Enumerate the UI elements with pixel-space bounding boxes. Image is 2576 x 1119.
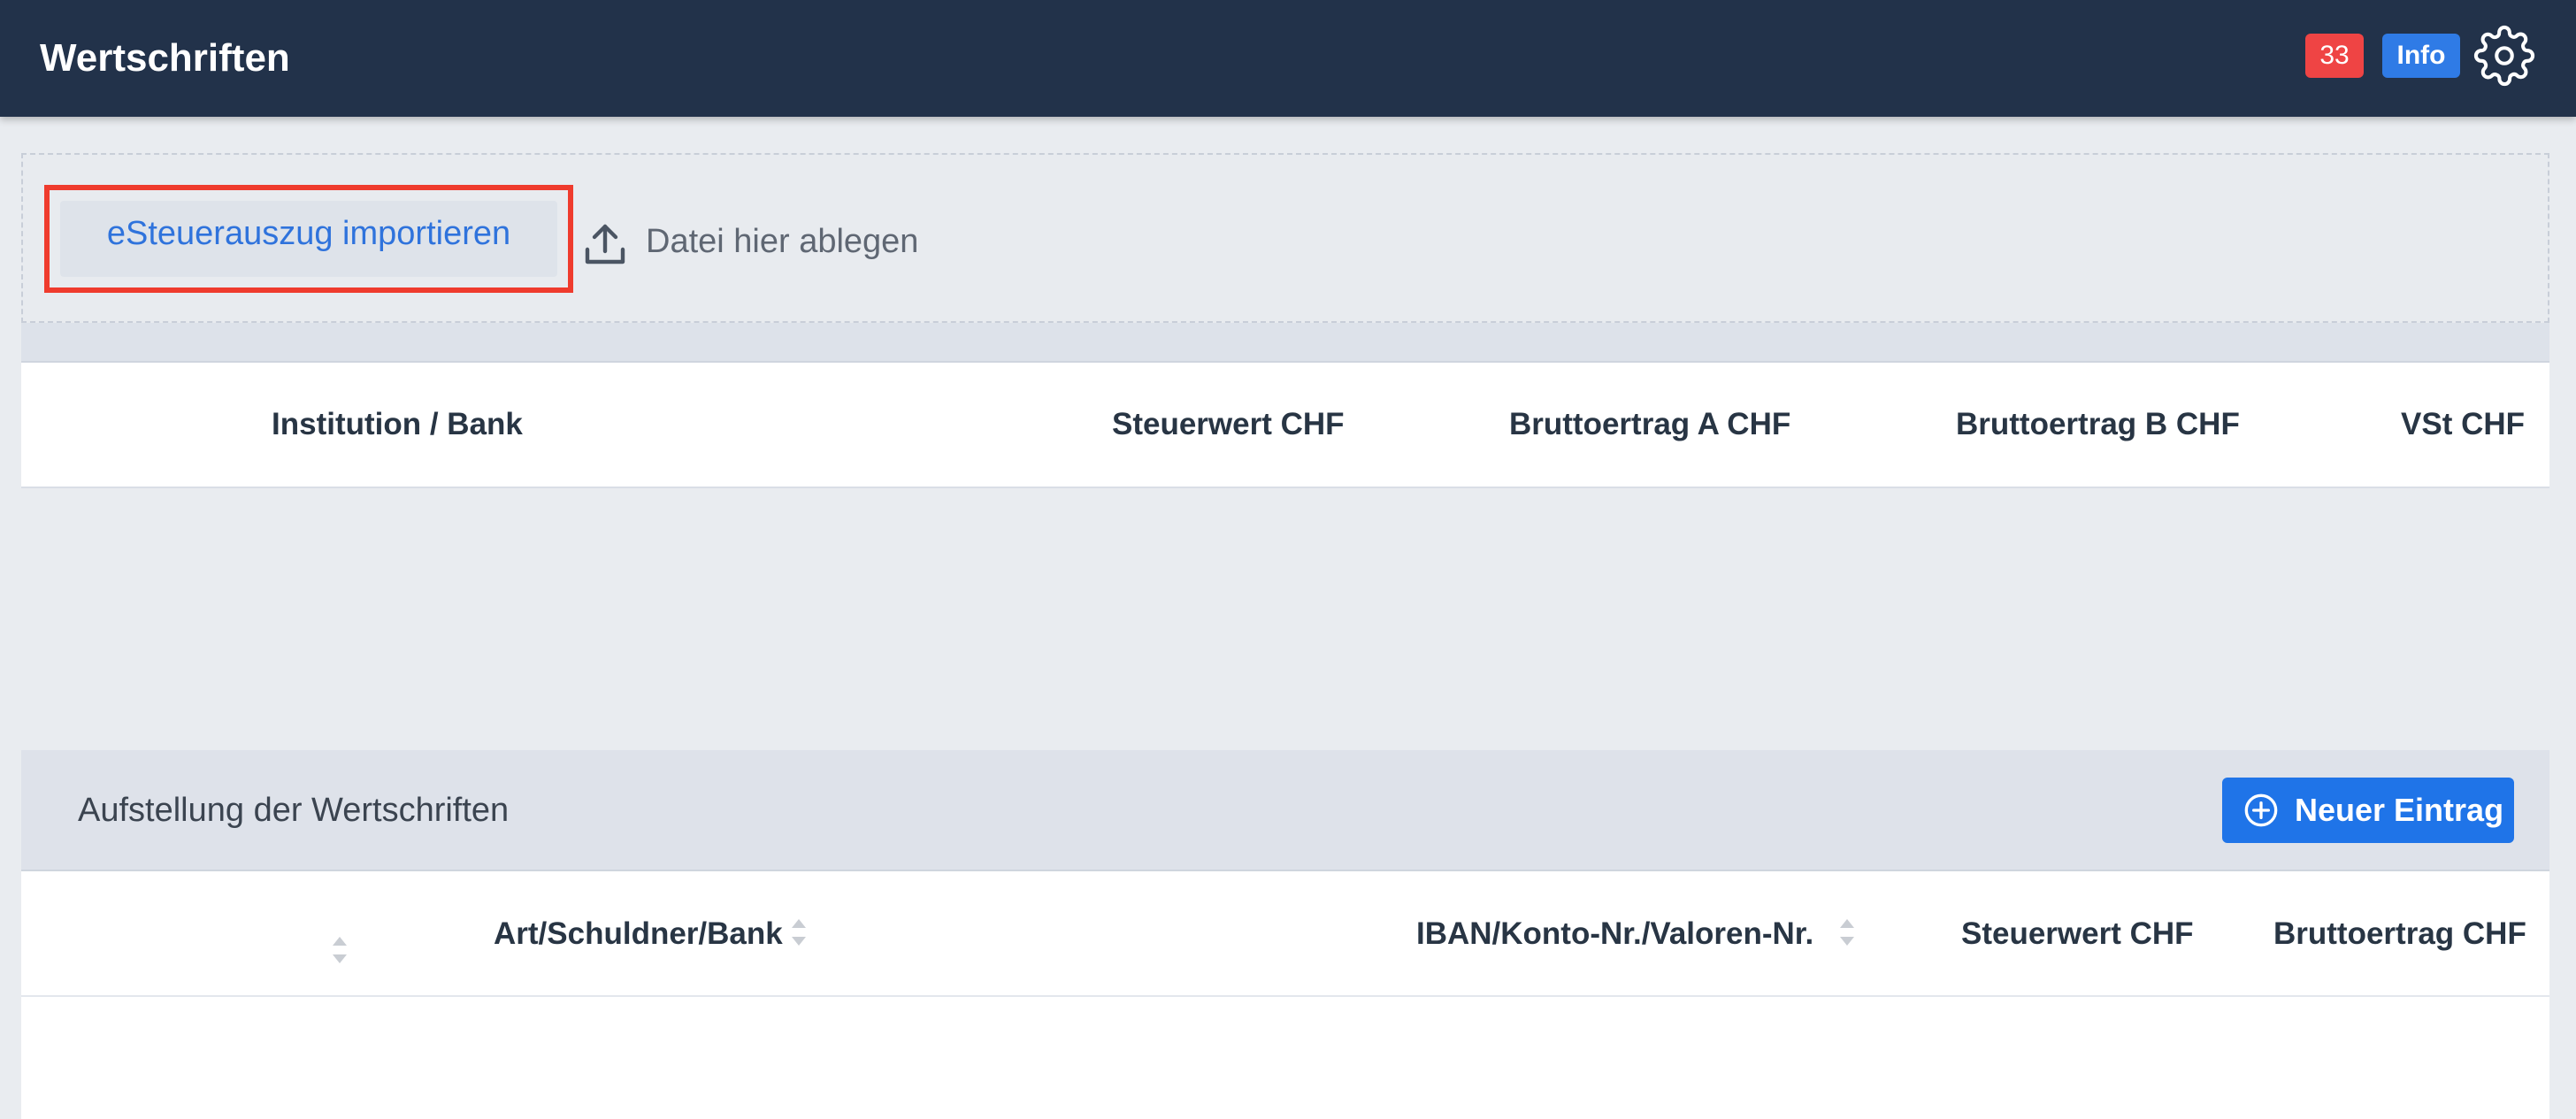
column-header-steuerwert: Steuerwert CHF: [1961, 916, 2194, 951]
column-header-bruttoertrag: Bruttoertrag CHF: [2273, 916, 2526, 951]
securities-list-title: Aufstellung der Wertschriften: [78, 792, 510, 829]
column-header-institution: Institution / Bank: [272, 407, 523, 441]
info-button[interactable]: Info: [2382, 34, 2460, 78]
column-header-iban-konto-valoren[interactable]: IBAN/Konto-Nr./Valoren-Nr.: [1416, 912, 1813, 956]
upload-icon: [585, 224, 625, 264]
column-header-vst: VSt CHF: [2401, 407, 2525, 441]
new-entry-label[interactable]: Neuer Eintrag: [2295, 792, 2503, 828]
page-title: Wertschriften: [40, 36, 290, 80]
plus-circle-icon: [2244, 793, 2278, 827]
column-header-art-schuldner-bank[interactable]: Art/Schuldner/Bank: [494, 912, 783, 956]
notification-count-badge[interactable]: 33: [2305, 34, 2364, 78]
new-entry-button[interactable]: Neuer Eintrag: [2222, 778, 2514, 843]
summary-table-band: [21, 323, 2549, 363]
column-header-steuerwert: Steuerwert CHF: [1112, 407, 1345, 441]
import-button-label[interactable]: eSteuerauszug importieren: [60, 201, 557, 277]
sort-icon[interactable]: [789, 917, 809, 947]
column-header-bruttoertrag-a: Bruttoertrag A CHF: [1509, 407, 1791, 441]
sort-icon[interactable]: [1837, 917, 1857, 947]
import-esteuerauszug-button[interactable]: eSteuerauszug importieren: [44, 185, 573, 293]
top-bar: Wertschriften 33 Info: [0, 0, 2576, 117]
securities-table: Art/Schuldner/Bank IBAN/Konto-Nr./Valore…: [21, 871, 2549, 1119]
column-header-bruttoertrag-b: Bruttoertrag B CHF: [1956, 407, 2240, 441]
summary-table: Institution / Bank Steuerwert CHF Brutto…: [21, 363, 2549, 488]
drop-file-label: Datei hier ablegen: [646, 223, 919, 260]
securities-table-head: Art/Schuldner/Bank IBAN/Konto-Nr./Valore…: [21, 871, 2549, 997]
sort-icon[interactable]: [330, 935, 349, 965]
gear-icon[interactable]: [2473, 25, 2535, 87]
